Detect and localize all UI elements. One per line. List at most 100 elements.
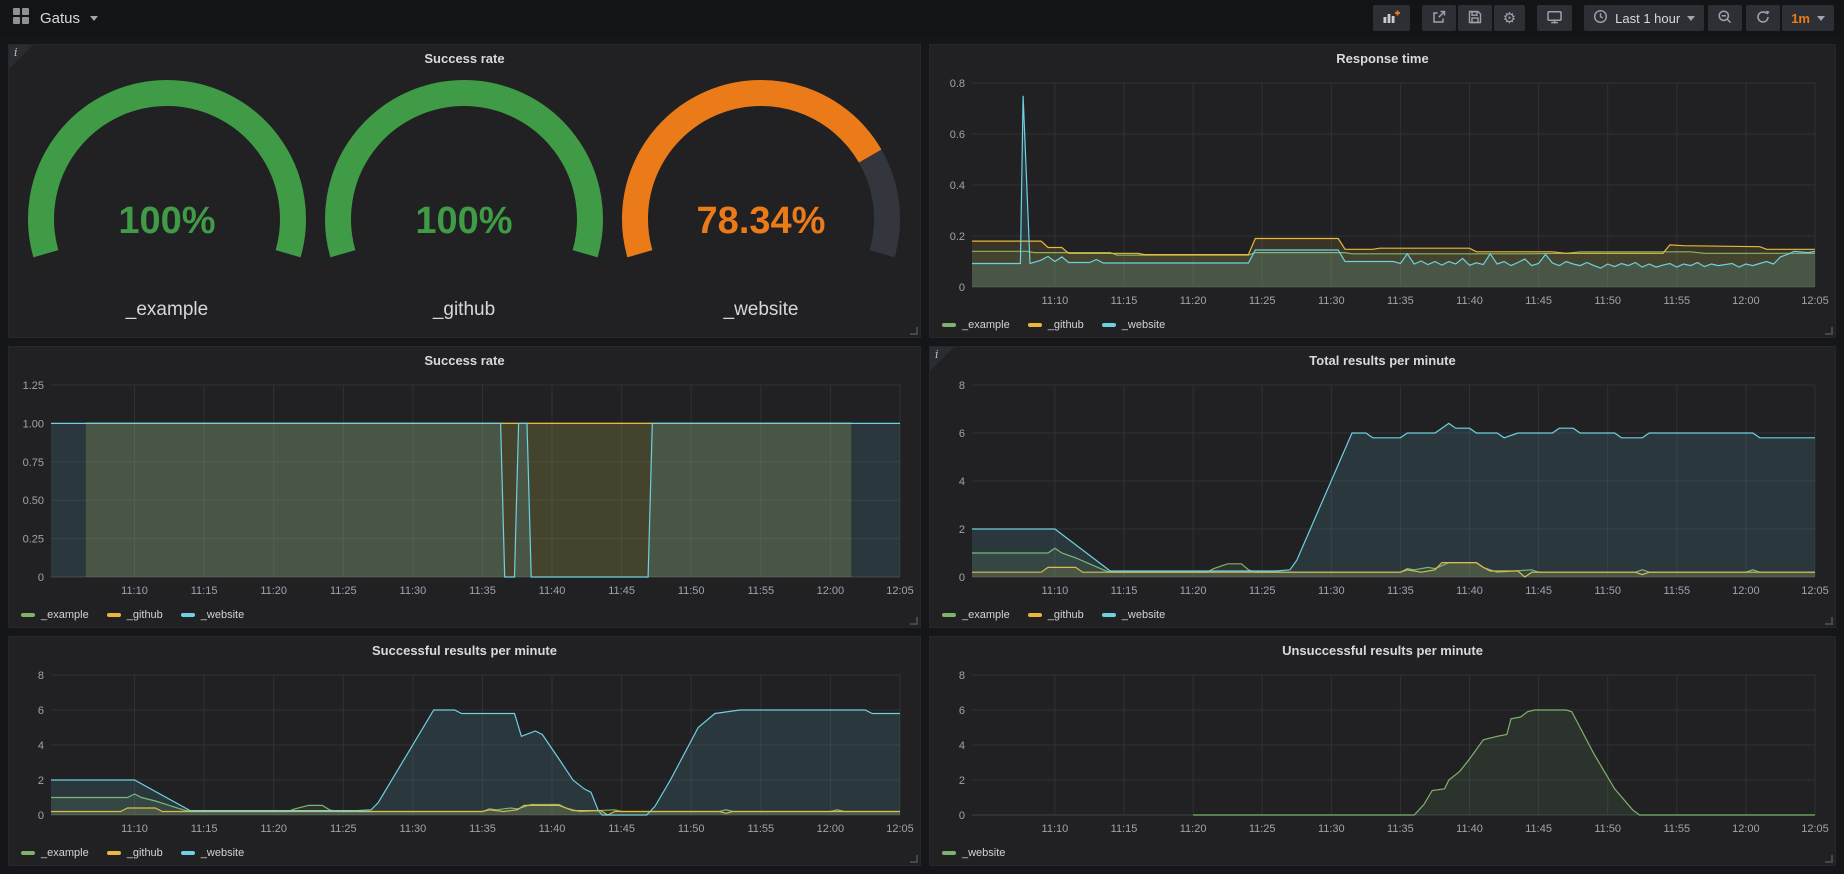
svg-text:8: 8 <box>38 670 44 682</box>
refresh-interval-label: 1m <box>1791 11 1810 26</box>
legend-item-_website[interactable]: _website <box>1102 319 1165 331</box>
chart-plot[interactable]: 00.20.40.60.811:1011:1511:2011:2511:3011… <box>936 71 1829 313</box>
legend-label: _website <box>962 847 1005 859</box>
panel-resize-handle[interactable] <box>910 327 918 335</box>
dashboard-grid: i Success rate 100%_example100%_github78… <box>0 36 1844 874</box>
svg-text:11:55: 11:55 <box>747 823 774 835</box>
add-panel-button[interactable] <box>1373 5 1410 31</box>
panel-resize-handle[interactable] <box>910 855 918 863</box>
svg-text:8: 8 <box>959 380 965 392</box>
legend-item-_example[interactable]: _example <box>21 609 89 621</box>
save-button[interactable] <box>1458 5 1492 31</box>
legend-item-_website[interactable]: _website <box>1102 609 1165 621</box>
svg-text:12:00: 12:00 <box>1732 823 1760 835</box>
refresh-interval-button[interactable]: 1m <box>1782 5 1834 31</box>
panel-successful-results: Successful results per minute 0246811:10… <box>8 636 921 866</box>
svg-text:_github: _github <box>432 299 495 320</box>
svg-text:11:50: 11:50 <box>1594 585 1621 597</box>
panel-resize-handle[interactable] <box>1825 855 1833 863</box>
svg-text:11:40: 11:40 <box>539 823 566 835</box>
panel-resize-handle[interactable] <box>910 617 918 625</box>
svg-text:11:25: 11:25 <box>1249 823 1276 835</box>
svg-text:0.4: 0.4 <box>950 180 965 192</box>
svg-text:0: 0 <box>38 572 44 584</box>
chart-plot[interactable]: 0246811:1011:1511:2011:2511:3011:3511:40… <box>936 373 1829 603</box>
zoom-out-icon <box>1717 9 1733 28</box>
svg-text:100%: 100% <box>118 200 215 242</box>
svg-text:11:55: 11:55 <box>1663 295 1690 307</box>
legend-item-_website[interactable]: _website <box>181 847 244 859</box>
panel-resize-handle[interactable] <box>1825 617 1833 625</box>
legend-label: _example <box>962 319 1010 331</box>
zoom-out-button[interactable] <box>1708 5 1742 31</box>
svg-text:11:15: 11:15 <box>191 585 218 597</box>
svg-text:11:30: 11:30 <box>1318 823 1345 835</box>
legend-label: _website <box>201 847 244 859</box>
panel-info-icon[interactable]: i <box>930 347 954 371</box>
chart-plot[interactable]: 0246811:1011:1511:2011:2511:3011:3511:40… <box>15 663 914 841</box>
chart-legend: _example _github _website <box>930 313 1835 337</box>
navbar: Gatus <box>0 0 1844 36</box>
svg-text:11:30: 11:30 <box>400 823 427 835</box>
legend-swatch <box>942 323 956 327</box>
svg-text:11:45: 11:45 <box>1525 295 1552 307</box>
share-button[interactable] <box>1422 5 1456 31</box>
svg-text:1.00: 1.00 <box>23 418 44 430</box>
svg-text:11:40: 11:40 <box>539 585 566 597</box>
panel-title[interactable]: Successful results per minute <box>9 637 920 663</box>
svg-text:100%: 100% <box>415 200 512 242</box>
settings-button[interactable]: ⚙ <box>1494 5 1525 31</box>
legend-item-_github[interactable]: _github <box>107 847 163 859</box>
svg-text:11:20: 11:20 <box>1180 295 1207 307</box>
chevron-down-icon <box>1687 16 1695 21</box>
legend-item-_website[interactable]: _website <box>181 609 244 621</box>
panel-title[interactable]: Unsuccessful results per minute <box>930 637 1835 663</box>
svg-text:4: 4 <box>38 740 44 752</box>
gauge-_github: 100% _github <box>316 78 613 330</box>
panel-response-time: Response time 00.20.40.60.811:1011:1511:… <box>929 44 1836 338</box>
svg-text:12:05: 12:05 <box>1801 585 1829 597</box>
panel-title[interactable]: Total results per minute <box>930 347 1835 373</box>
svg-text:11:25: 11:25 <box>1249 585 1276 597</box>
panel-info-icon[interactable]: i <box>9 45 33 69</box>
time-range-button[interactable]: Last 1 hour <box>1584 5 1704 31</box>
svg-text:12:05: 12:05 <box>886 823 914 835</box>
svg-text:0: 0 <box>38 810 44 822</box>
svg-text:11:35: 11:35 <box>469 823 496 835</box>
panel-resize-handle[interactable] <box>1825 327 1833 335</box>
svg-text:2: 2 <box>959 775 965 787</box>
svg-text:12:05: 12:05 <box>886 585 914 597</box>
svg-text:0.25: 0.25 <box>23 534 44 546</box>
svg-text:11:10: 11:10 <box>1042 585 1069 597</box>
svg-text:11:55: 11:55 <box>1663 823 1690 835</box>
svg-text:11:45: 11:45 <box>1525 585 1552 597</box>
svg-text:11:25: 11:25 <box>1249 295 1276 307</box>
legend-item-_example[interactable]: _example <box>21 847 89 859</box>
legend-item-_github[interactable]: _github <box>1028 319 1084 331</box>
legend-item-_example[interactable]: _example <box>942 319 1010 331</box>
dashboard-menu[interactable]: Gatus <box>12 7 98 30</box>
legend-item-_github[interactable]: _github <box>107 609 163 621</box>
panel-title[interactable]: Success rate <box>9 347 920 373</box>
chart-plot[interactable]: 0246811:1011:1511:2011:2511:3011:3511:40… <box>936 663 1829 841</box>
legend-item-_example[interactable]: _example <box>942 609 1010 621</box>
refresh-button[interactable] <box>1746 5 1780 31</box>
share-icon <box>1431 9 1447 28</box>
chart-plot[interactable]: 00.250.500.751.001.2511:1011:1511:2011:2… <box>15 373 914 603</box>
tv-mode-button[interactable] <box>1537 5 1572 31</box>
panel-title[interactable]: Success rate <box>9 45 920 71</box>
svg-text:11:50: 11:50 <box>678 823 705 835</box>
svg-text:12:00: 12:00 <box>817 585 845 597</box>
svg-text:2: 2 <box>959 524 965 536</box>
legend-item-_website[interactable]: _website <box>942 847 1005 859</box>
svg-text:11:50: 11:50 <box>678 585 705 597</box>
panel-title[interactable]: Response time <box>930 45 1835 71</box>
legend-item-_github[interactable]: _github <box>1028 609 1084 621</box>
refresh-icon <box>1755 9 1771 28</box>
legend-swatch <box>1102 323 1116 327</box>
save-icon <box>1467 9 1483 28</box>
svg-text:2: 2 <box>38 775 44 787</box>
legend-label: _website <box>1122 319 1165 331</box>
bar-chart-plus-icon <box>1382 9 1401 28</box>
legend-label: _website <box>201 609 244 621</box>
